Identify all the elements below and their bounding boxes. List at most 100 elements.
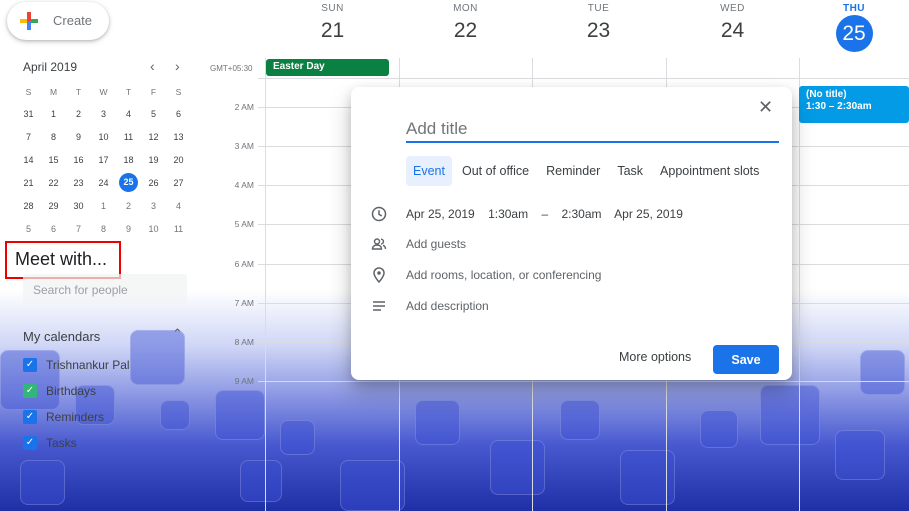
create-button[interactable]: Create — [7, 2, 109, 40]
checkbox-icon[interactable]: ✓ — [23, 384, 37, 398]
day-cell[interactable]: 30 — [66, 201, 91, 211]
week-row: 31 1 2 3 4 5 6 — [16, 102, 192, 125]
search-people-input[interactable]: Search for people — [23, 274, 187, 304]
end-date[interactable]: Apr 25, 2019 — [614, 207, 683, 221]
calendar-item[interactable]: ✓ Tasks — [23, 434, 77, 452]
end-time[interactable]: 2:30am — [561, 207, 601, 221]
tab-event[interactable]: Event — [406, 156, 452, 186]
title-input[interactable] — [406, 117, 779, 143]
tab-reminder[interactable]: Reminder — [539, 156, 607, 186]
time-label: 8 AM — [234, 337, 254, 347]
day-cell[interactable]: 26 — [141, 178, 166, 188]
day-cell[interactable]: 27 — [166, 178, 191, 188]
day-cell[interactable]: 5 — [141, 109, 166, 119]
day-cell[interactable]: 31 — [16, 109, 41, 119]
day-cell[interactable]: 4 — [116, 109, 141, 119]
day-cell[interactable]: 2 — [66, 109, 91, 119]
day-cell[interactable]: 6 — [166, 109, 191, 119]
tab-appointment-slots[interactable]: Appointment slots — [653, 156, 766, 186]
date-time-row[interactable]: Apr 25, 2019 1:30am – 2:30am Apr 25, 201… — [371, 206, 693, 222]
clock-icon — [371, 206, 387, 222]
day-cell[interactable]: 21 — [16, 178, 41, 188]
day-cell[interactable]: 9 — [116, 224, 141, 234]
day-cell[interactable]: 8 — [91, 224, 116, 234]
more-options-button[interactable]: More options — [619, 350, 691, 364]
event-time: 1:30 – 2:30am — [806, 101, 872, 112]
day-cell[interactable]: 23 — [66, 178, 91, 188]
close-icon[interactable]: ✕ — [758, 97, 773, 118]
calendar-item[interactable]: ✓ Trishnankur Pal — [23, 356, 130, 374]
day-cell[interactable]: 22 — [41, 178, 66, 188]
day-cell[interactable]: 6 — [41, 224, 66, 234]
add-guests-row[interactable]: Add guests — [371, 236, 466, 252]
day-cell[interactable]: 14 — [16, 155, 41, 165]
day-cell[interactable]: 2 — [116, 201, 141, 211]
mini-calendar-month: April 2019 — [23, 60, 78, 74]
checkbox-icon[interactable]: ✓ — [23, 436, 37, 450]
day-cell[interactable]: 24 — [91, 178, 116, 188]
day-cell[interactable]: 29 — [41, 201, 66, 211]
tab-out-of-office[interactable]: Out of office — [455, 156, 536, 186]
day-cell[interactable]: 3 — [141, 201, 166, 211]
chevron-up-icon[interactable]: ⌃ — [172, 326, 183, 342]
day-header-tue[interactable]: TUE 23 — [532, 0, 665, 43]
event-chip[interactable]: (No title) 1:30 – 2:30am — [799, 86, 909, 123]
day-cell[interactable]: 11 — [166, 224, 191, 234]
day-cell[interactable]: 8 — [41, 132, 66, 142]
day-header-wed[interactable]: WED 24 — [666, 0, 799, 43]
day-cell[interactable]: 9 — [66, 132, 91, 142]
day-header-mon[interactable]: MON 22 — [399, 0, 532, 43]
day-cell-today[interactable]: 25 — [116, 173, 141, 192]
calendar-item[interactable]: ✓ Reminders — [23, 408, 104, 426]
add-location-row[interactable]: Add rooms, location, or conferencing — [371, 267, 601, 283]
day-cell[interactable]: 7 — [16, 132, 41, 142]
add-description-row[interactable]: Add description — [371, 298, 489, 314]
day-cell[interactable]: 10 — [91, 132, 116, 142]
calendar-item[interactable]: ✓ Birthdays — [23, 382, 96, 400]
save-button[interactable]: Save — [713, 345, 779, 374]
all-day-event[interactable]: Easter Day — [266, 59, 389, 76]
time-label: 7 AM — [234, 298, 254, 308]
checkbox-icon[interactable]: ✓ — [23, 410, 37, 424]
day-cell[interactable]: 15 — [41, 155, 66, 165]
day-cell[interactable]: 19 — [141, 155, 166, 165]
time-label: 3 AM — [234, 141, 254, 151]
checkbox-icon[interactable]: ✓ — [23, 358, 37, 372]
tab-task[interactable]: Task — [610, 156, 650, 186]
today-marker: 25 — [119, 173, 138, 192]
day-cell[interactable]: 20 — [166, 155, 191, 165]
day-cell[interactable]: 4 — [166, 201, 191, 211]
chevron-left-icon[interactable]: ‹ — [150, 58, 155, 74]
day-name: THU — [842, 3, 866, 14]
day-name: SUN — [321, 3, 344, 14]
start-date[interactable]: Apr 25, 2019 — [406, 207, 475, 221]
day-cell[interactable]: 10 — [141, 224, 166, 234]
weekday-header: F — [150, 87, 157, 97]
weekday-header: T — [125, 87, 132, 97]
day-header-thu[interactable]: THU 25 — [799, 0, 909, 52]
day-cell[interactable]: 5 — [16, 224, 41, 234]
start-time[interactable]: 1:30am — [488, 207, 528, 221]
day-cell[interactable]: 3 — [91, 109, 116, 119]
day-cell[interactable]: 18 — [116, 155, 141, 165]
day-cell[interactable]: 17 — [91, 155, 116, 165]
day-number: 23 — [586, 19, 611, 42]
timezone-label: GMT+05:30 — [210, 64, 253, 73]
chevron-right-icon[interactable]: › — [175, 58, 180, 74]
mini-calendar-grid: S M T W T F S 31 1 2 3 4 5 6 7 8 9 10 11… — [16, 82, 192, 240]
day-cell[interactable]: 28 — [16, 201, 41, 211]
day-cell[interactable]: 1 — [41, 109, 66, 119]
grid-divider — [258, 78, 909, 79]
weekday-header: S — [25, 87, 32, 97]
day-header-sun[interactable]: SUN 21 — [266, 0, 399, 43]
day-cell[interactable]: 16 — [66, 155, 91, 165]
day-cell[interactable]: 12 — [141, 132, 166, 142]
grid-divider — [799, 58, 800, 511]
day-cell[interactable]: 13 — [166, 132, 191, 142]
day-cell[interactable]: 11 — [116, 132, 141, 142]
location-pin-icon — [373, 267, 385, 283]
day-cell[interactable]: 1 — [91, 201, 116, 211]
weekday-header: S — [175, 87, 182, 97]
event-title: (No title) — [806, 89, 847, 100]
day-cell[interactable]: 7 — [66, 224, 91, 234]
